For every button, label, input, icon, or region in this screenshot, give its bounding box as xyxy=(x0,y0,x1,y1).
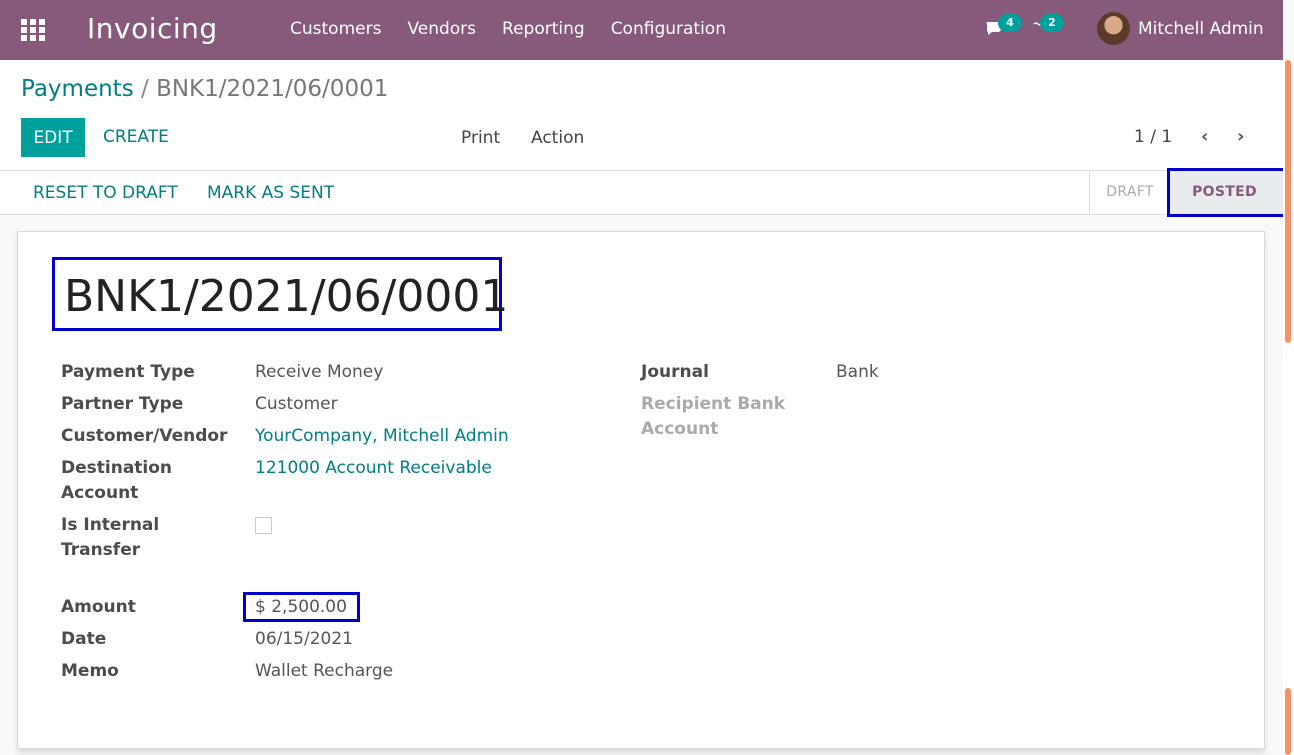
pager-previous-icon[interactable]: ‹ xyxy=(1201,126,1208,147)
record-name: BNK1/2021/06/0001 xyxy=(52,257,508,331)
scrollbar-thumb-bottom[interactable] xyxy=(1285,688,1291,755)
edit-button[interactable]: EDIT xyxy=(21,118,85,157)
journal-value: Bank xyxy=(836,362,879,382)
recipient-bank-account-label: Recipient Bank Account xyxy=(641,394,786,439)
partner-type-value: Customer xyxy=(255,394,338,414)
memo-value: Wallet Recharge xyxy=(255,661,394,681)
stage-posted[interactable]: POSTED xyxy=(1167,168,1286,217)
date-label: Date xyxy=(61,629,107,649)
top-navbar: Invoicing Customers Vendors Reporting Co… xyxy=(0,0,1283,60)
stage-pipeline: DRAFT POSTED xyxy=(1089,168,1286,217)
print-menu[interactable]: Print xyxy=(461,128,500,148)
memo-label: Memo xyxy=(61,661,119,681)
apps-grid-icon[interactable] xyxy=(21,19,45,41)
payment-type-label: Payment Type xyxy=(61,362,195,382)
action-menu[interactable]: Action xyxy=(531,128,584,148)
control-panel: Payments / BNK1/2021/06/0001 EDIT CREATE… xyxy=(0,60,1283,171)
scrollbar-thumb-top[interactable] xyxy=(1285,60,1291,343)
breadcrumb-separator: / xyxy=(141,76,149,102)
avatar xyxy=(1097,12,1130,45)
partner-type-label: Partner Type xyxy=(61,394,184,414)
activity-badge: 2 xyxy=(1040,14,1064,32)
reset-to-draft-button[interactable]: RESET TO DRAFT xyxy=(33,183,178,203)
menu-reporting[interactable]: Reporting xyxy=(502,19,585,39)
form-sheet: BNK1/2021/06/0001 Payment Type Receive M… xyxy=(17,231,1265,749)
breadcrumb: Payments / BNK1/2021/06/0001 xyxy=(21,76,388,102)
menu-vendors[interactable]: Vendors xyxy=(407,19,476,39)
breadcrumb-current: BNK1/2021/06/0001 xyxy=(156,76,389,102)
stage-draft[interactable]: DRAFT xyxy=(1090,171,1170,214)
messaging-menu[interactable]: 4 xyxy=(984,14,1022,42)
amount-label: Amount xyxy=(61,597,136,617)
activity-menu[interactable]: 2 xyxy=(1032,14,1064,37)
destination-account-label: Destination Account xyxy=(61,458,173,503)
app-title[interactable]: Invoicing xyxy=(87,12,218,45)
customer-vendor-label: Customer/Vendor xyxy=(61,426,228,446)
payment-type-value: Receive Money xyxy=(255,362,384,382)
status-bar: RESET TO DRAFT MARK AS SENT DRAFT POSTED xyxy=(0,168,1286,217)
chat-badge: 4 xyxy=(998,14,1022,32)
internal-transfer-checkbox[interactable] xyxy=(255,517,272,534)
user-name: Mitchell Admin xyxy=(1138,18,1264,39)
date-value: 06/15/2021 xyxy=(255,629,353,649)
page-scrollbar[interactable] xyxy=(1283,60,1294,755)
mark-as-sent-button[interactable]: MARK AS SENT xyxy=(207,183,334,203)
internal-transfer-label: Is Internal Transfer xyxy=(61,515,160,560)
user-menu[interactable]: Mitchell Admin xyxy=(1097,12,1264,45)
customer-vendor-link[interactable]: YourCompany, Mitchell Admin xyxy=(255,424,509,449)
destination-account-link[interactable]: 121000 Account Receivable xyxy=(255,456,492,481)
pager-next-icon[interactable]: › xyxy=(1237,126,1244,147)
create-button[interactable]: CREATE xyxy=(103,118,169,157)
menu-customers[interactable]: Customers xyxy=(290,19,381,39)
menu-configuration[interactable]: Configuration xyxy=(611,19,726,39)
journal-label: Journal xyxy=(641,362,709,382)
amount-value: $ 2,500.00 xyxy=(255,597,347,617)
pager-value[interactable]: 1 / 1 xyxy=(1134,127,1172,147)
breadcrumb-payments[interactable]: Payments xyxy=(21,76,134,102)
main-menu: Customers Vendors Reporting Configuratio… xyxy=(290,19,726,39)
